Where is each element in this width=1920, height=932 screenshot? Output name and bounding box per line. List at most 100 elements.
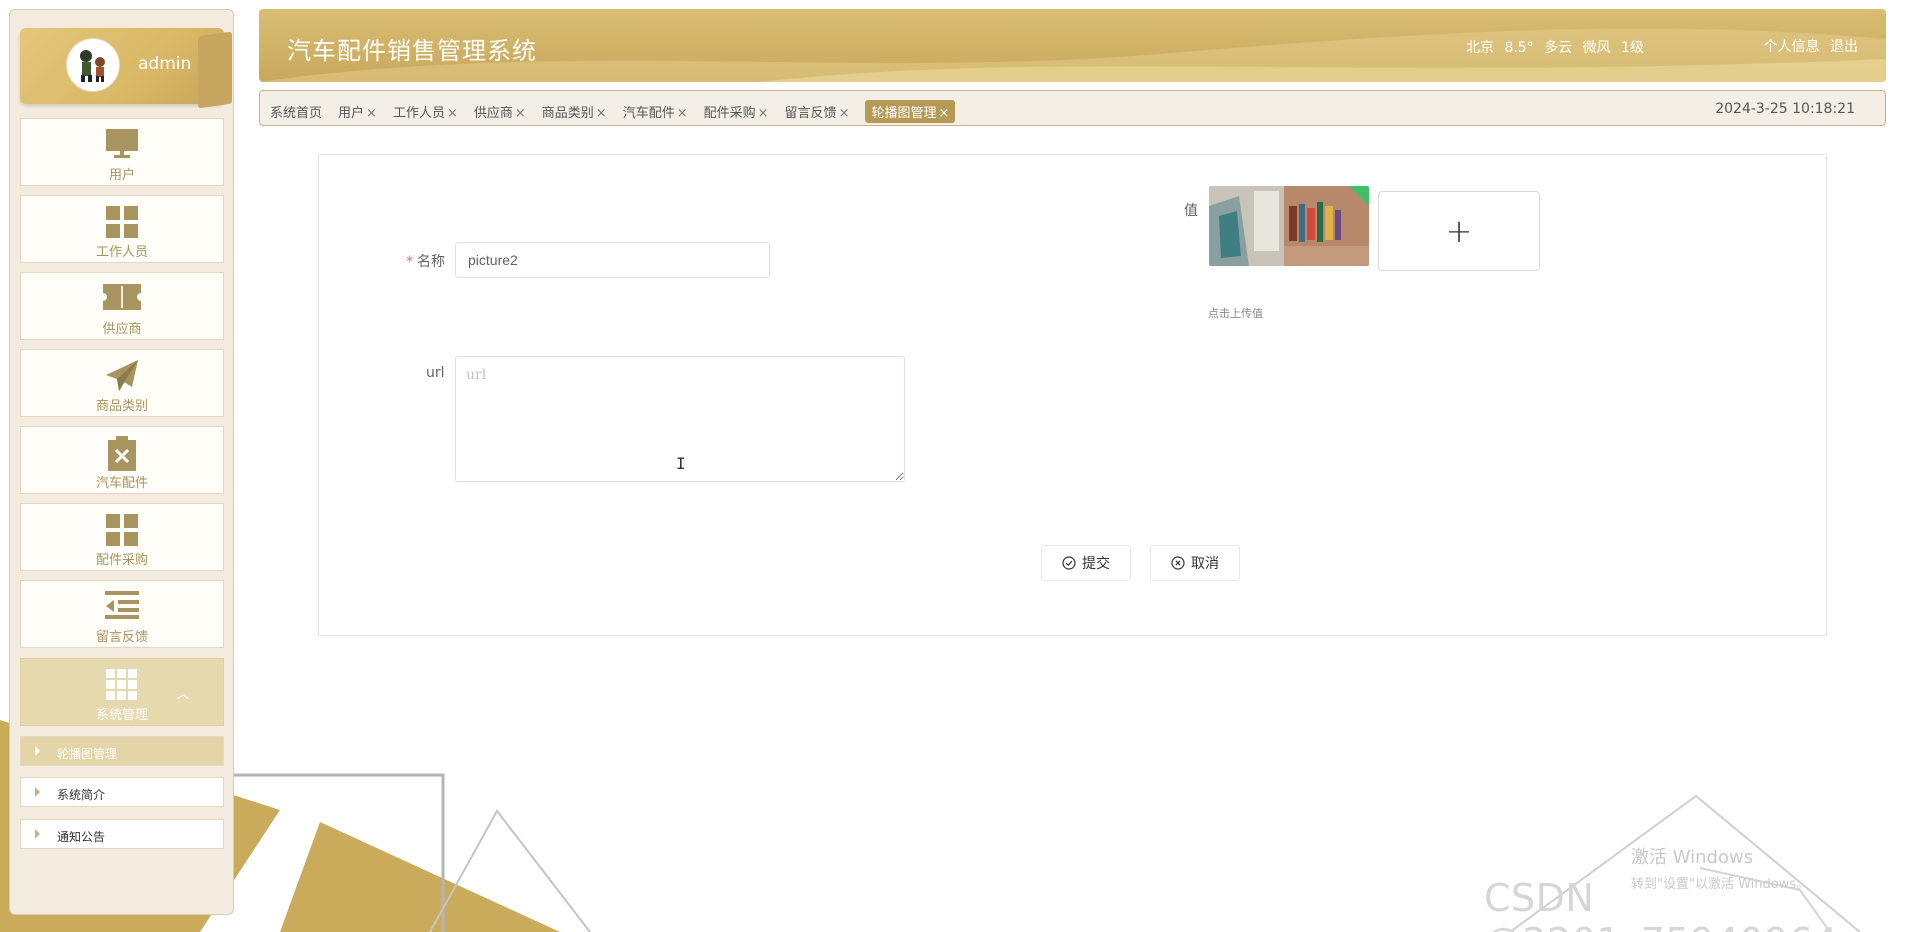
- sidebar-subitem-intro[interactable]: 系统简介: [20, 777, 224, 807]
- tab-label: 汽车配件: [622, 106, 675, 121]
- sidebar-item-label: 商品类别: [95, 399, 148, 414]
- weather-info: 北京 8.5° 多云 微风 1级: [1466, 37, 1650, 57]
- tab-users[interactable]: 用户 ×: [338, 102, 377, 121]
- image-preview: [1209, 186, 1369, 266]
- close-icon[interactable]: ×: [677, 106, 688, 121]
- plus-icon: +: [1445, 212, 1473, 250]
- chevron-up-icon: ︿: [176, 687, 189, 701]
- tab-label: 商品类别: [541, 106, 594, 121]
- sidebar-subitem-notice[interactable]: 通知公告: [20, 819, 224, 849]
- close-icon[interactable]: ×: [447, 106, 458, 121]
- tab-home[interactable]: 系统首页: [270, 102, 322, 121]
- sidebar-item-purchase[interactable]: 配件采购: [20, 503, 224, 571]
- user-card: admin: [20, 28, 232, 109]
- indent-icon: [104, 590, 140, 624]
- weather-level: 1级: [1621, 40, 1644, 56]
- caret-right-icon: [35, 829, 40, 839]
- text-cursor-icon: I: [676, 454, 686, 473]
- tab-label: 供应商: [473, 106, 513, 121]
- grid-icon: [105, 205, 139, 243]
- upload-hint: 点击上传值: [1208, 307, 1263, 320]
- submit-button[interactable]: 提交: [1041, 545, 1131, 581]
- sidebar: admin 用户 工作人员 供应商 商品类别 汽车配件 配件采购 留言反馈 系统…: [9, 9, 234, 915]
- apps-icon: [105, 668, 139, 706]
- sidebar-item-system[interactable]: 系统管理 ︿: [20, 658, 224, 726]
- carousel-form: *名称 url 值 + 点击上传值 提交: [318, 154, 1827, 636]
- required-mark: *: [406, 254, 413, 270]
- close-icon[interactable]: ×: [366, 106, 377, 121]
- tab-label: 轮播图管理: [871, 106, 937, 121]
- close-circle-icon: [1171, 556, 1185, 570]
- tab-label: 工作人员: [392, 106, 445, 121]
- sidebar-item-staff[interactable]: 工作人员: [20, 195, 224, 263]
- sidebar-item-label: 系统管理: [95, 708, 148, 723]
- weather-condition: 多云: [1544, 40, 1573, 56]
- tab-staff[interactable]: 工作人员 ×: [393, 102, 458, 121]
- upload-button[interactable]: +: [1378, 191, 1540, 271]
- sidebar-item-label: 配件采购: [95, 553, 148, 568]
- sidebar-item-label: 工作人员: [95, 245, 148, 260]
- tab-suppliers[interactable]: 供应商 ×: [474, 102, 526, 121]
- sidebar-item-label: 用户: [108, 168, 135, 183]
- value-label: 值: [1184, 203, 1198, 219]
- sidebar-item-label: 留言反馈: [95, 630, 148, 645]
- url-label: url: [426, 365, 445, 381]
- user-name: admin: [138, 54, 192, 74]
- tab-feedback[interactable]: 留言反馈 ×: [785, 102, 850, 121]
- grid-icon: [105, 513, 139, 551]
- caret-right-icon: [35, 787, 40, 797]
- system-title: 汽车配件销售管理系统: [287, 37, 537, 65]
- sidebar-item-label: 汽车配件: [95, 476, 148, 491]
- weather-city: 北京: [1466, 40, 1494, 56]
- tab-label: 用户: [338, 106, 365, 121]
- profile-link[interactable]: 个人信息: [1764, 39, 1820, 55]
- sidebar-item-parts[interactable]: 汽车配件: [20, 426, 224, 494]
- paper-plane-icon: [105, 359, 139, 397]
- tab-parts[interactable]: 汽车配件 ×: [623, 102, 688, 121]
- tab-carousel[interactable]: 轮播图管理 ×: [865, 100, 956, 123]
- monitor-icon: [105, 128, 139, 164]
- close-icon[interactable]: ×: [515, 106, 526, 121]
- weather-wind: 微风: [1582, 40, 1611, 56]
- submit-label: 提交: [1082, 555, 1110, 571]
- card-fold-decoration: [198, 31, 232, 109]
- tab-label: 留言反馈: [784, 106, 837, 121]
- tab-categories[interactable]: 商品类别 ×: [542, 102, 607, 121]
- name-input[interactable]: [455, 242, 770, 278]
- close-icon[interactable]: ×: [758, 106, 769, 121]
- close-icon[interactable]: ×: [839, 106, 850, 121]
- name-label: * 名称: [406, 251, 445, 271]
- user-links: 个人信息 退出: [1758, 36, 1858, 56]
- sidebar-subitem-label: 通知公告: [57, 830, 106, 844]
- tab-label: 配件采购: [703, 106, 756, 121]
- avatar[interactable]: [66, 38, 120, 92]
- sidebar-subitem-label: 系统简介: [57, 788, 106, 802]
- close-icon[interactable]: ×: [938, 106, 949, 121]
- sidebar-item-feedback[interactable]: 留言反馈: [20, 580, 224, 648]
- sidebar-subitem-label: 轮播图管理: [57, 747, 118, 761]
- check-circle-icon: [1062, 556, 1076, 570]
- weather-temp: 8.5°: [1504, 40, 1534, 56]
- close-icon[interactable]: ×: [596, 106, 607, 121]
- clipboard-x-icon: [107, 436, 137, 476]
- sidebar-item-suppliers[interactable]: 供应商: [20, 272, 224, 340]
- sidebar-item-label: 供应商: [102, 322, 142, 337]
- caret-right-icon: [35, 746, 40, 756]
- sidebar-item-users[interactable]: 用户: [20, 118, 224, 186]
- uploaded-image-thumbnail[interactable]: [1209, 186, 1369, 266]
- csdn-watermark: CSDN @2201_75940964: [1484, 876, 1838, 932]
- ticket-icon: [102, 282, 142, 316]
- tabs: 系统首页 用户 × 工作人员 × 供应商 × 商品类别 × 汽车配件 × 配件采购 × 留言…: [270, 100, 971, 123]
- activation-title: 激活 Windows: [1631, 847, 1754, 868]
- logout-link[interactable]: 退出: [1830, 39, 1858, 55]
- tabs-bar: 系统首页 用户 × 工作人员 × 供应商 × 商品类别 × 汽车配件 × 配件采购 × 留言…: [259, 90, 1886, 126]
- top-header: 汽车配件销售管理系统 北京 8.5° 多云 微风 1级 个人信息 退出: [259, 9, 1886, 82]
- sidebar-subitem-carousel[interactable]: 轮播图管理: [20, 736, 224, 766]
- tab-purchase[interactable]: 配件采购 ×: [704, 102, 769, 121]
- avatar-image: [80, 50, 105, 82]
- name-label-text: 名称: [417, 254, 445, 270]
- tab-label: 系统首页: [270, 106, 323, 121]
- cancel-button[interactable]: 取消: [1150, 545, 1240, 581]
- current-datetime: 2024-3-25 10:18:21: [1715, 101, 1855, 117]
- sidebar-item-categories[interactable]: 商品类别: [20, 349, 224, 417]
